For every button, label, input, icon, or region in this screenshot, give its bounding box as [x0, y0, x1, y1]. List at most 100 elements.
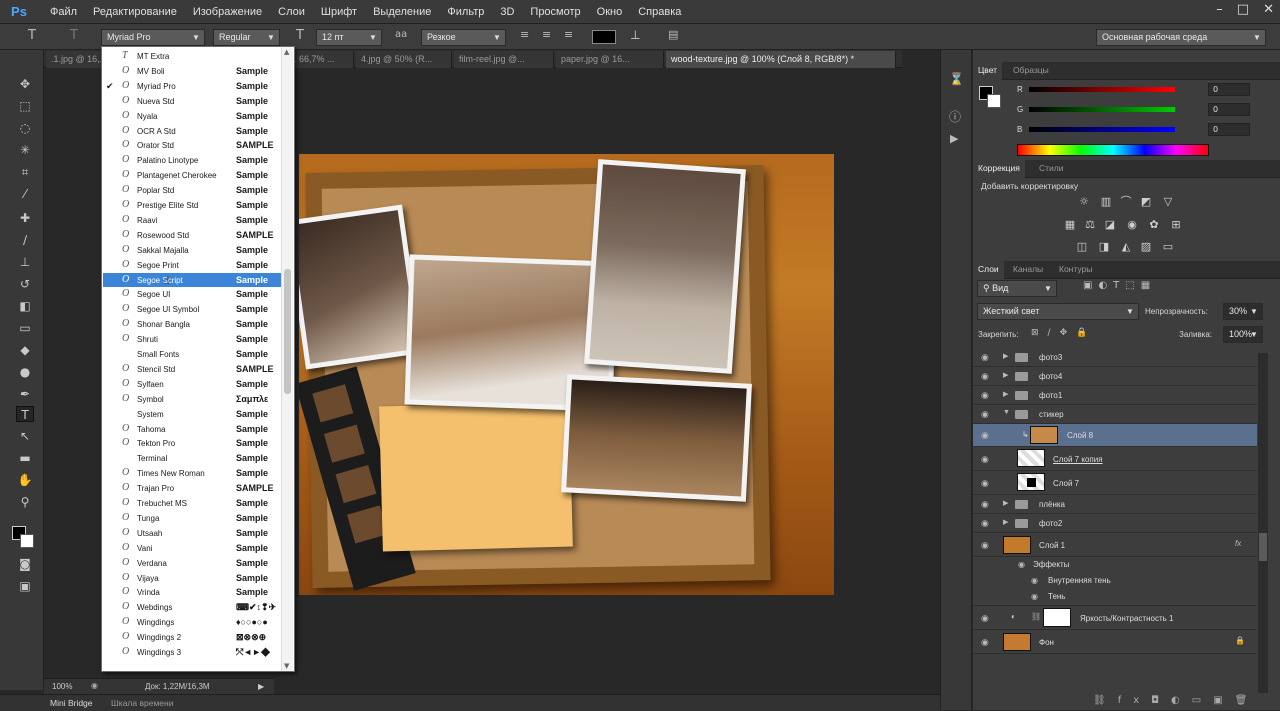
posterize-icon[interactable]: ◨ — [1097, 241, 1111, 253]
tab-timeline[interactable]: Шкала времени — [111, 698, 173, 708]
font-list-item[interactable]: O Segoe UI Sample — [103, 287, 282, 302]
channel-mixer-icon[interactable]: ✿ — [1147, 219, 1161, 231]
font-list-item[interactable]: O Rosewood Std SAMPLE — [103, 228, 282, 243]
font-list-item[interactable]: O Segoe Print Sample — [103, 258, 282, 273]
tab-doc-1[interactable]: .1.jpg @ 16,... — [46, 51, 104, 68]
layer-8[interactable]: ◉ ↳ Слой 8 — [973, 424, 1257, 447]
pen-tool-icon[interactable]: ✒ — [16, 386, 34, 402]
font-list-item[interactable]: O Trajan Pro SAMPLE — [103, 481, 282, 496]
visibility-eye-icon[interactable]: ◉ — [1018, 560, 1025, 569]
layers-scrollbar[interactable] — [1258, 353, 1268, 693]
tab-styles[interactable]: Стили — [1039, 163, 1064, 173]
scroll-down-icon[interactable]: ▼ — [284, 662, 289, 670]
screen-mode-icon[interactable]: ▣ — [16, 578, 34, 594]
align-left-icon[interactable]: ≡ — [520, 28, 529, 41]
tab-layers[interactable]: Слои — [973, 261, 1004, 279]
slider-g[interactable] — [1029, 107, 1175, 112]
visibility-eye-icon[interactable]: ◉ — [981, 409, 989, 420]
exposure-adjust-icon[interactable]: ◩ — [1139, 196, 1153, 208]
menu-file[interactable]: Файл — [42, 6, 85, 18]
text-orientation-icon[interactable]: T — [70, 28, 78, 43]
workspace-select[interactable]: Основная рабочая среда ▼ — [1096, 29, 1266, 46]
crop-tool-icon[interactable]: ⌗ — [16, 164, 34, 180]
invert-icon[interactable]: ◫ — [1075, 241, 1089, 253]
font-list-item[interactable]: O Verdana Sample — [103, 556, 282, 571]
font-family-dropdown[interactable]: T MT Extra O MV Boli Sample ✔ O Myriad Pro Sampl… — [101, 46, 295, 672]
font-list-item[interactable]: O Palatino Linotype Sample — [103, 153, 282, 168]
font-list-item[interactable]: O Wingdings ♦○○●○● — [103, 615, 282, 630]
tab-doc-active[interactable]: wood-texture.jpg @ 100% (Слой 8, RGB/8*)… — [666, 51, 896, 68]
selective-color-icon[interactable]: ▨ — [1139, 241, 1153, 253]
visibility-eye-icon[interactable]: ◉ — [981, 540, 989, 551]
font-list-item[interactable]: O Shruti Sample — [103, 332, 282, 347]
font-list-item[interactable]: O Utsaah Sample — [103, 526, 282, 541]
opacity-field[interactable]: 30% ▼ — [1223, 303, 1263, 320]
layer-effects-row[interactable]: ◉ Эффекты — [973, 557, 1257, 573]
effect-inner-shadow[interactable]: ◉ Внутренняя тень — [973, 573, 1257, 589]
rectangle-tool-icon[interactable]: ▬ — [16, 450, 34, 466]
font-list-item[interactable]: O Shonar Bangla Sample — [103, 317, 282, 332]
font-list-item[interactable]: O Wingdings 3 ⤲◄►◆ — [103, 645, 282, 660]
menu-filter[interactable]: Фильтр — [439, 6, 492, 18]
history-brush-icon[interactable]: ↺ — [16, 276, 34, 292]
curves-adjust-icon[interactable]: ⌒ — [1119, 196, 1133, 208]
layer-7-copy[interactable]: ◉ Слой 7 копия — [973, 447, 1257, 471]
slider-b[interactable] — [1029, 127, 1175, 132]
layer-background[interactable]: ◉ Фон 🔒 — [973, 630, 1257, 654]
vibrance-adjust-icon[interactable]: ▽ — [1161, 196, 1175, 208]
font-list-item[interactable]: Small Fonts Sample — [103, 347, 282, 362]
actions-panel-icon[interactable]: ▶ — [950, 132, 958, 145]
expand-arrow-icon[interactable]: ▶ — [1003, 518, 1008, 526]
font-list-scrollbar[interactable]: ▲ ▼ — [281, 47, 293, 671]
font-list-item[interactable]: T MT Extra — [103, 49, 282, 64]
menu-edit[interactable]: Редактирование — [85, 6, 185, 18]
lock-icons[interactable]: ⊠∕✥🔒 — [1031, 328, 1096, 338]
color-lookup-icon[interactable]: ⊞ — [1169, 219, 1183, 231]
font-list-item[interactable]: O Tahoma Sample — [103, 422, 282, 437]
black-white-icon[interactable]: ◪ — [1103, 219, 1117, 231]
font-list-item[interactable]: Terminal Sample — [103, 451, 282, 466]
gradient-map-icon[interactable]: ▭ — [1161, 241, 1175, 253]
visibility-eye-icon[interactable]: ◉ — [981, 352, 989, 363]
stamp-tool-icon[interactable]: ⊥ — [16, 254, 34, 270]
eyedropper-icon[interactable]: ⁄ — [16, 186, 34, 202]
menu-3d[interactable]: 3D — [492, 6, 522, 18]
layer-filter-icons[interactable]: ▣◐T⬚▦ — [1083, 280, 1203, 291]
menu-layers[interactable]: Слои — [270, 6, 313, 18]
move-tool-icon[interactable]: ✥ — [16, 76, 34, 92]
font-size-select[interactable]: 12 пт ▼ — [316, 29, 382, 46]
brightness-adjust-icon[interactable]: ☼ — [1077, 196, 1091, 208]
visibility-eye-icon[interactable]: ◉ — [981, 518, 989, 529]
scrollbar-thumb[interactable] — [284, 269, 291, 394]
brush-tool-icon[interactable]: ∕ — [16, 232, 34, 248]
font-list-item[interactable]: O Poplar Std Sample — [103, 183, 282, 198]
menu-select[interactable]: Выделение — [365, 6, 439, 18]
character-panel-icon[interactable]: ▤ — [668, 28, 678, 41]
font-list-item[interactable]: O Nueva Std Sample — [103, 94, 282, 109]
close-icon[interactable]: ✕ — [1263, 2, 1274, 17]
hue-adjust-icon[interactable]: ▦ — [1063, 219, 1077, 231]
font-family-select[interactable]: Myriad Pro ▼ — [101, 29, 205, 46]
layer-group-photo2[interactable]: ◉ ▶ фото2 — [973, 514, 1257, 533]
layer-group-photo3[interactable]: ◉ ▶ фото3 — [973, 348, 1257, 367]
marquee-tool-icon[interactable]: ⬚ — [16, 98, 34, 114]
font-list-item[interactable]: O Stencil Std SAMPLE — [103, 362, 282, 377]
scrollbar-thumb[interactable] — [1259, 533, 1267, 561]
layer-group-sticker[interactable]: ◉ ▼ стикер — [973, 405, 1257, 424]
font-list-item[interactable]: O Raavi Sample — [103, 213, 282, 228]
background-color-chip[interactable] — [987, 94, 1001, 108]
type-tool-icon[interactable]: T — [16, 406, 34, 422]
tab-swatches[interactable]: Образцы — [1013, 65, 1049, 75]
font-list-item[interactable]: O Vrinda Sample — [103, 585, 282, 600]
blend-mode-select[interactable]: Жесткий свет ▼ — [977, 303, 1139, 320]
tab-paths[interactable]: Контуры — [1059, 264, 1092, 274]
zoom-tool-icon[interactable]: ⚲ — [16, 494, 34, 510]
align-center-icon[interactable]: ≡ — [542, 28, 551, 41]
text-color-swatch[interactable] — [592, 30, 616, 44]
expand-arrow-icon[interactable]: ▶ — [1003, 499, 1008, 507]
layer-1[interactable]: ◉ Слой 1 fx — [973, 533, 1257, 557]
visibility-eye-icon[interactable]: ◉ — [981, 430, 989, 441]
layer-fx-icon[interactable]: fx — [1235, 539, 1241, 548]
visibility-eye-icon[interactable]: ◉ — [981, 613, 989, 624]
status-menu-arrow-icon[interactable]: ▶ — [258, 682, 264, 691]
